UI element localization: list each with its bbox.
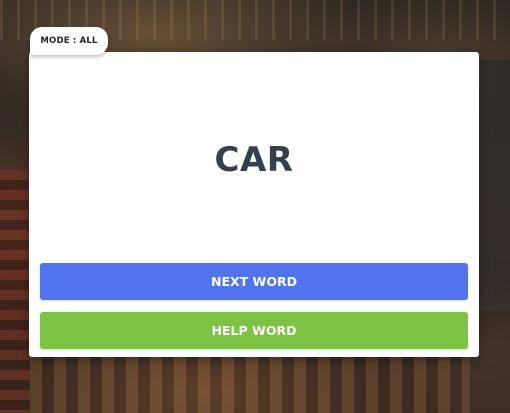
mode-label: MODE : ALL: [40, 36, 98, 46]
background-water: [480, 60, 510, 310]
background-buildings-left: [0, 170, 30, 413]
next-word-button[interactable]: NEXT WORD: [40, 263, 468, 300]
current-word: CAR: [214, 140, 294, 180]
help-word-button[interactable]: HELP WORD: [40, 312, 468, 349]
word-card: CAR NEXT WORD HELP WORD: [29, 52, 479, 357]
background-buildings-bottom: [30, 357, 470, 413]
mode-tab[interactable]: MODE : ALL: [30, 27, 108, 55]
